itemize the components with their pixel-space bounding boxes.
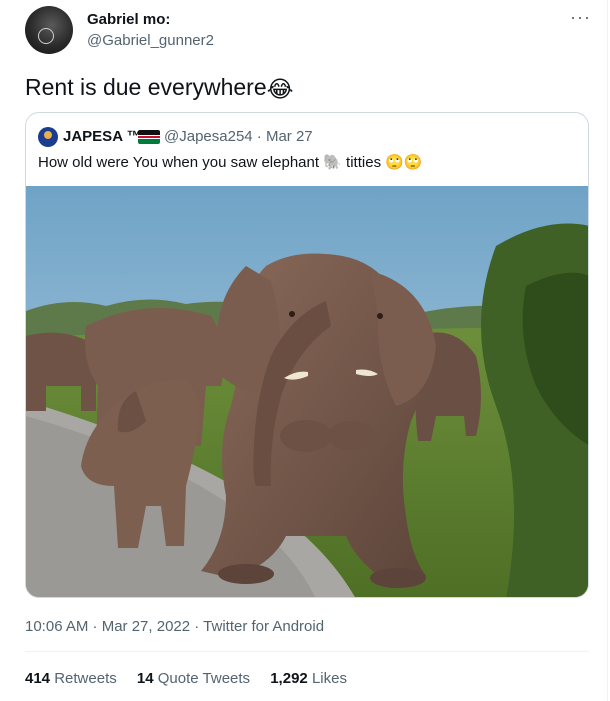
eye-roll-emoji: 🙄🙄	[385, 154, 423, 171]
elephant-emoji: 🐘	[323, 154, 342, 171]
tweet-timestamp[interactable]: 10:06 AM · Mar 27, 2022	[25, 618, 190, 635]
quoted-text: How old were You when you saw elephant 🐘…	[38, 153, 423, 173]
divider	[25, 651, 589, 652]
quoted-author-avatar	[38, 127, 58, 147]
quote-tweets-stat[interactable]: 14 Quote Tweets	[137, 670, 250, 687]
author-handle[interactable]: @Gabriel_gunner2	[87, 32, 214, 49]
retweets-count: 414	[25, 670, 51, 687]
quoted-author-name: JAPESA ™	[63, 128, 142, 145]
more-options-icon[interactable]: ···	[570, 8, 591, 26]
tweet-text-body: Rent is due everywhere	[25, 74, 267, 100]
quoted-tweet[interactable]: JAPESA ™ @Japesa254 · Mar 27 How old wer…	[25, 112, 589, 598]
elephant-photo[interactable]	[26, 186, 589, 598]
laughing-crying-emoji: 😂	[266, 75, 294, 102]
tweet-stats: 414 Retweets 14 Quote Tweets 1,292 Likes	[25, 670, 363, 687]
quoted-text-part1: How old were You when you saw elephant	[38, 154, 324, 171]
quoted-text-part2: titties	[341, 154, 386, 171]
likes-label: Likes	[311, 670, 347, 687]
likes-stat[interactable]: 1,292 Likes	[270, 670, 347, 687]
retweets-stat[interactable]: 414 Retweets	[25, 670, 117, 687]
tweet-source[interactable]: Twitter for Android	[203, 618, 324, 635]
quoted-author-handle-date: @Japesa254 · Mar 27	[164, 128, 313, 145]
tweet-meta: 10:06 AM · Mar 27, 2022 · Twitter for An…	[25, 618, 325, 635]
retweets-label: Retweets	[54, 670, 117, 687]
author-name[interactable]: Gabriel mo:	[87, 11, 170, 28]
likes-count: 1,292	[270, 670, 308, 687]
quote-count: 14	[136, 670, 154, 687]
tweet-text: Rent is due everywhere😂	[25, 72, 294, 104]
kenya-flag-icon	[138, 130, 160, 144]
quote-label: Quote Tweets	[157, 670, 251, 687]
quoted-date: Mar 27	[265, 128, 313, 145]
author-avatar[interactable]	[25, 6, 73, 54]
quoted-handle: @Japesa254	[164, 128, 253, 145]
column-border	[607, 0, 608, 701]
